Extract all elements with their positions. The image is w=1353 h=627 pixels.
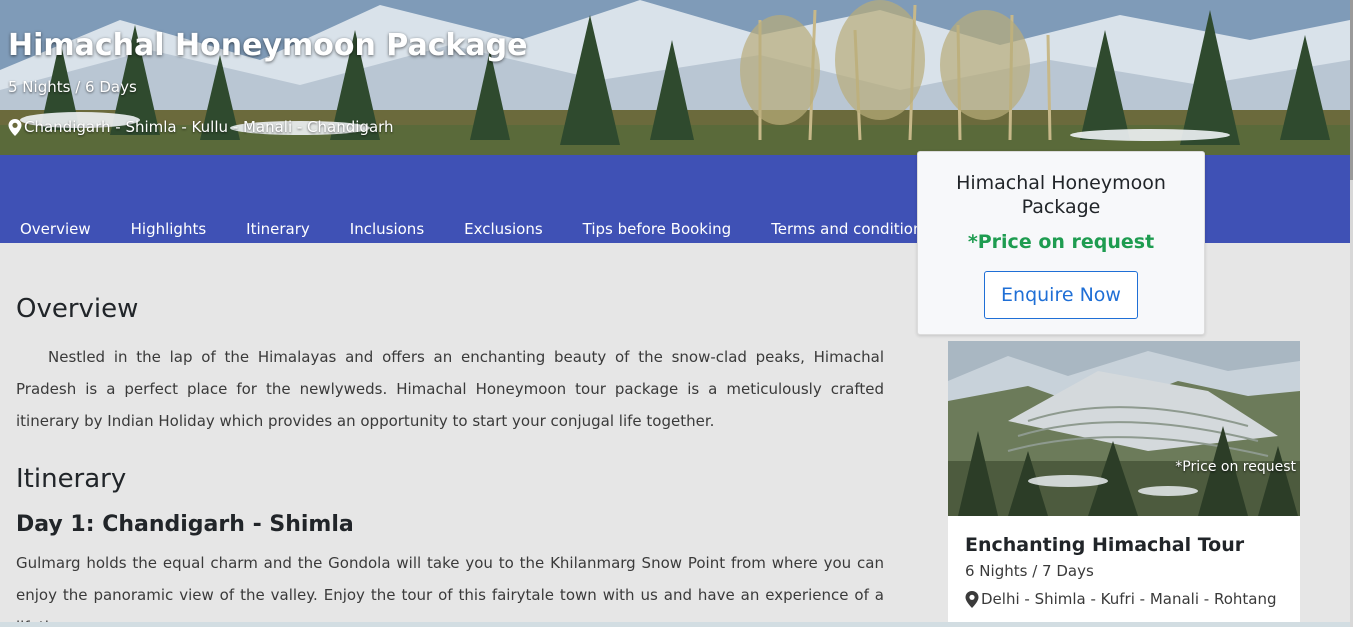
tab-itinerary[interactable]: Itinerary [226,220,330,238]
overview-text: Nestled in the lap of the Himalayas and … [16,348,884,430]
tour-duration: 6 Nights / 7 Days [965,562,1094,580]
price-card-title: Himachal Honeymoon Package [956,172,1166,218]
tab-exclusions[interactable]: Exclusions [444,220,563,238]
page-title: Himachal Honeymoon Package [8,28,528,63]
tour-landscape-image [948,341,1300,516]
package-route-text: Chandigarh - Shimla - Kullu - Manali - C… [24,118,394,136]
tour-price-overlay: *Price on request [1175,459,1296,475]
map-pin-icon [8,118,22,136]
related-tour-card[interactable]: *Price on request Enchanting Himachal To… [948,341,1300,627]
tour-image[interactable]: *Price on request [948,341,1300,516]
page: Himachal Honeymoon Package 5 Nights / 6 … [0,0,1353,627]
price-text: *Price on request [967,231,1155,253]
enquire-now-button[interactable]: Enquire Now [984,271,1138,319]
overview-heading: Overview [16,294,139,324]
price-card: Himachal Honeymoon Package *Price on req… [917,151,1205,335]
map-pin-icon [965,590,979,608]
nav-tabs: Overview Highlights Itinerary Inclusions… [0,214,950,243]
package-route: Chandigarh - Shimla - Kullu - Manali - C… [8,118,394,136]
tour-route-text: Delhi - Shimla - Kufri - Manali - Rohtan… [981,590,1277,608]
tour-route: Delhi - Shimla - Kufri - Manali - Rohtan… [965,590,1300,608]
tab-overview[interactable]: Overview [0,220,111,238]
day-description: Gulmarg holds the equal charm and the Go… [16,554,884,627]
tab-inclusions[interactable]: Inclusions [330,220,444,238]
day-title: Day 1: Chandigarh - Shimla [16,512,354,537]
bottom-divider [0,622,1350,627]
itinerary-heading: Itinerary [16,464,127,494]
tour-title[interactable]: Enchanting Himachal Tour [965,534,1300,556]
tab-tips-before-booking[interactable]: Tips before Booking [563,220,752,238]
hero-banner: Himachal Honeymoon Package 5 Nights / 6 … [0,0,1350,155]
package-duration: 5 Nights / 6 Days [8,78,137,96]
tab-highlights[interactable]: Highlights [111,220,227,238]
